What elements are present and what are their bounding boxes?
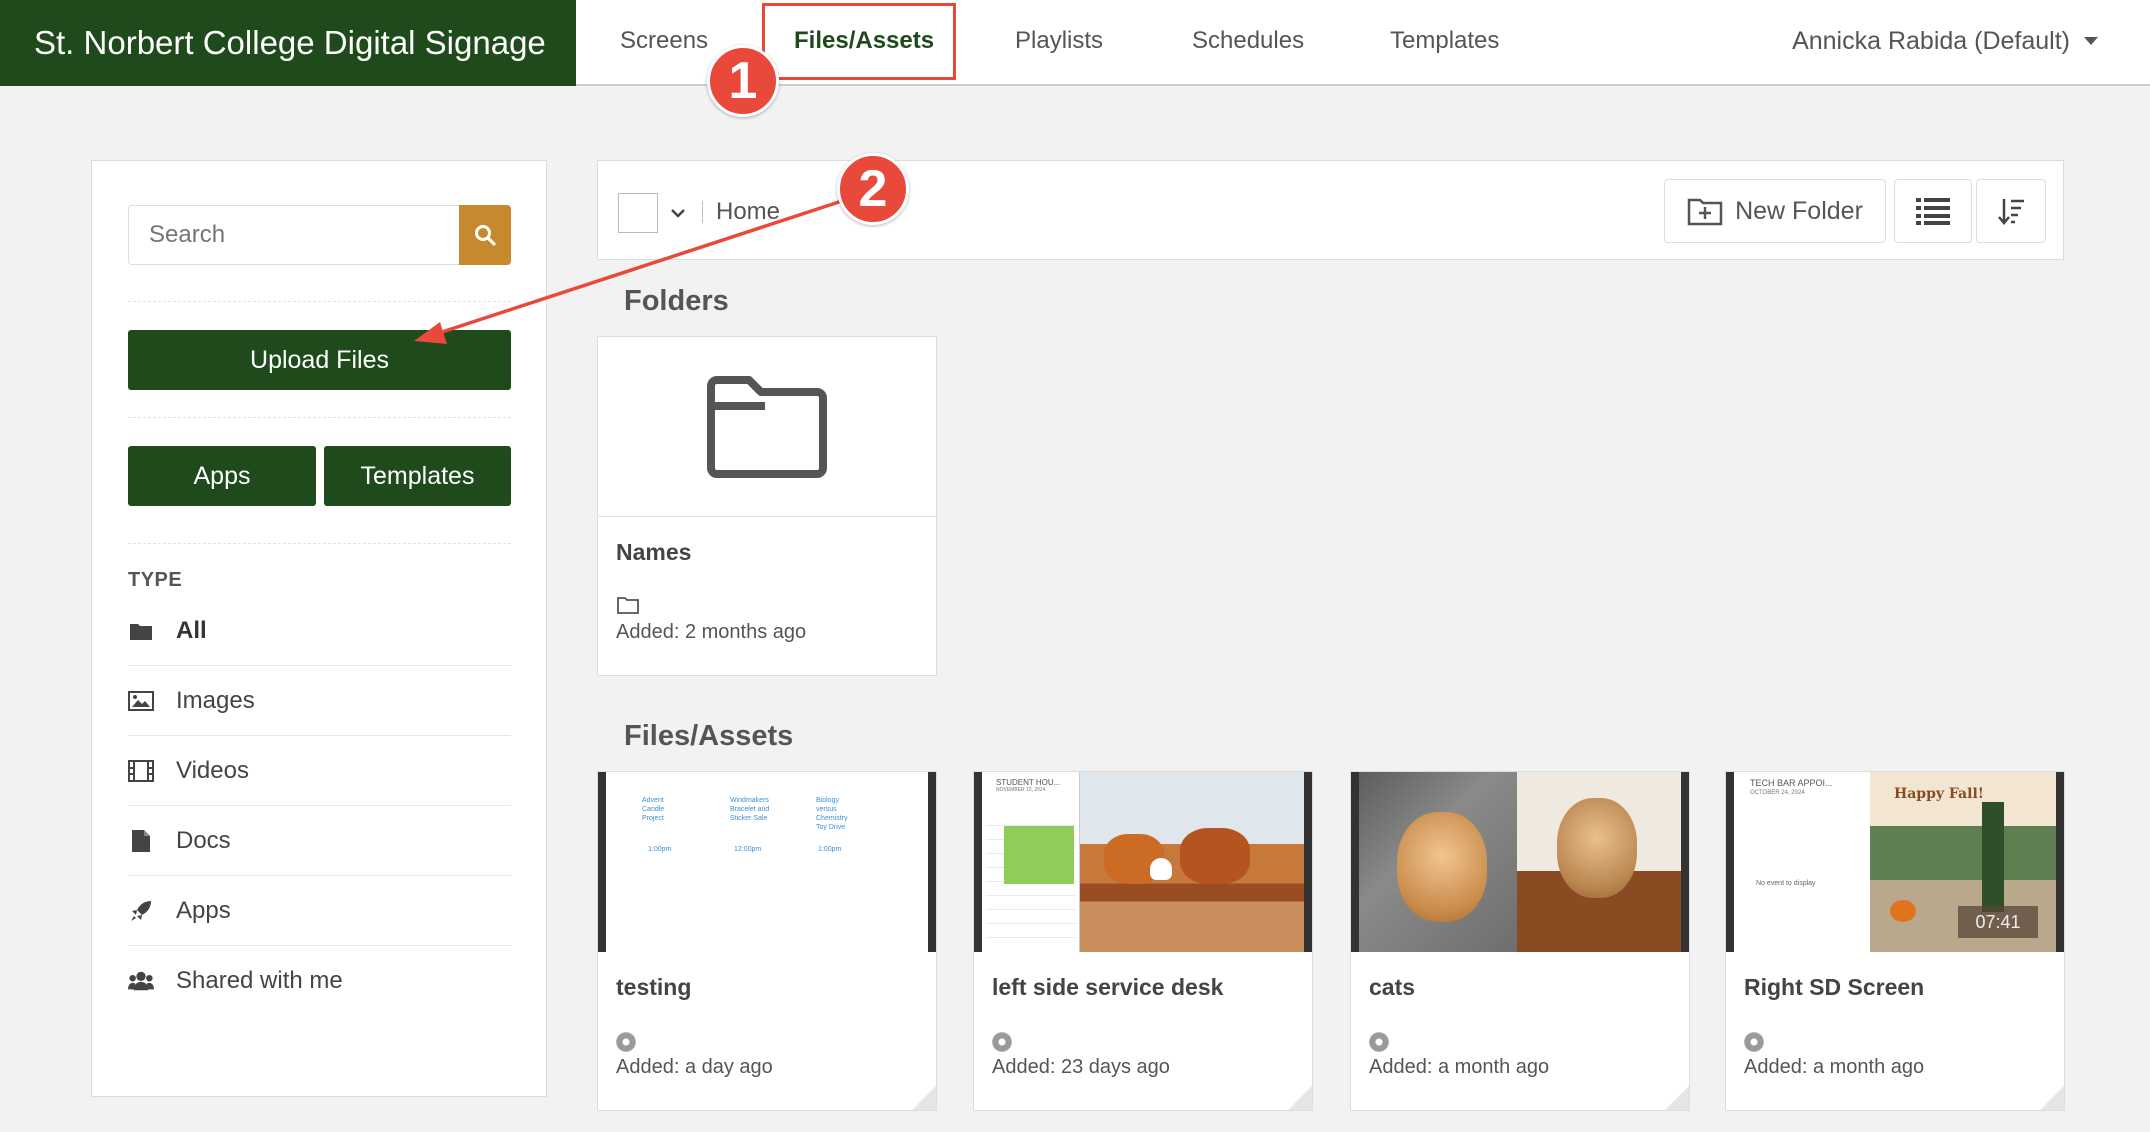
annotation-marker-1: 1 — [707, 45, 779, 117]
annotation-arrow — [414, 198, 846, 344]
annotation-marker-2: 2 — [837, 153, 909, 225]
